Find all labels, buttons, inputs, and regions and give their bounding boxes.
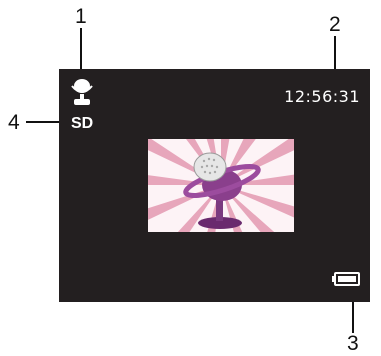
sd-card-indicator: SD: [71, 115, 94, 132]
leader-line-1: [80, 28, 82, 72]
battery-icon: [332, 272, 360, 286]
callout-3: 3: [347, 332, 359, 355]
callout-4: 4: [8, 111, 20, 134]
callout-1: 1: [75, 5, 87, 28]
callout-2: 2: [329, 13, 341, 36]
microphone-icon: [71, 79, 93, 105]
device-screen: 12:56:31 SD: [59, 69, 370, 302]
clock-time: 12:56:31: [284, 87, 360, 106]
microphone-illustration: [148, 139, 294, 232]
